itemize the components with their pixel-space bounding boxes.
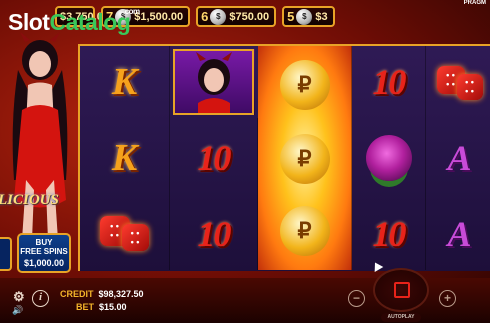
side-feature-button[interactable] — [0, 237, 12, 271]
symbol-k: K — [80, 118, 170, 198]
jackpot-count: 5 — [287, 9, 295, 24]
autoplay-button[interactable]: AUTOPLAY — [381, 313, 421, 322]
symbol-rose — [352, 118, 426, 198]
dice-icon — [98, 212, 152, 256]
symbol-devil-wild — [173, 49, 255, 115]
symbol-a: A — [426, 118, 490, 198]
coin-bag-icon: ₽ — [279, 60, 330, 110]
devil-portrait-icon — [195, 52, 232, 113]
rose-icon — [365, 135, 412, 181]
speaker-icon[interactable]: 🔊 — [12, 305, 23, 316]
stop-square-icon — [394, 282, 410, 298]
symbol-k-text: K — [111, 137, 138, 179]
jackpot-value: $750.00 — [229, 10, 270, 23]
buy-price: $1,000.00 — [23, 258, 65, 268]
brand-tag: PRAGM — [463, 0, 486, 6]
symbol-10-text: 10 — [197, 214, 232, 254]
bet-display: BET $15.00 — [76, 302, 127, 312]
symbol-10-text: 10 — [197, 138, 232, 178]
bet-value: $15.00 — [99, 302, 127, 312]
watermark-com: .com — [123, 7, 140, 16]
buy-free-spins-button[interactable]: BUY FREE SPINS $1,000.00 — [17, 233, 71, 273]
money-ball-icon: $ — [210, 8, 227, 25]
jackpot-value: $1,500.00 — [134, 10, 184, 23]
symbol-a: A — [426, 198, 490, 270]
symbol-10-text: 10 — [372, 214, 407, 254]
bet-label: BET — [76, 302, 94, 312]
symbol-a-text: A — [447, 138, 472, 178]
spin-button[interactable] — [373, 268, 429, 312]
gear-icon[interactable]: ⚙ — [13, 289, 25, 305]
jackpot-item: 5 $ $3 — [282, 6, 335, 27]
credit-value: $98,327.50 — [98, 289, 144, 299]
jackpot-count: 6 — [201, 9, 209, 24]
reel-grid: K ₽ ₽ ₽ 10 K 10 A — [78, 44, 490, 271]
credit-label: CREDIT — [60, 289, 94, 299]
free-spins-label: FREE SPINS — [20, 247, 68, 256]
credit-display: CREDIT $98,327.50 — [60, 289, 144, 299]
symbol-10: 10 — [352, 198, 426, 270]
decrease-bet-button[interactable]: − — [348, 290, 365, 307]
coin-bag-icon: ₽ — [279, 206, 330, 256]
devil-character-image — [12, 32, 68, 240]
jackpot-item: 6 $ $750.00 — [196, 6, 277, 27]
symbol-10: 10 — [170, 118, 258, 198]
symbol-k: K — [80, 46, 170, 118]
game-logo: LICIOUS — [0, 192, 59, 208]
symbol-10-text: 10 — [372, 62, 407, 102]
slot-game-screen: $3,750.00 7 $ $1,500.00 6 $ $750.00 5 $ … — [0, 0, 490, 323]
coin-bag-icon: ₽ — [279, 134, 330, 184]
symbol-10: 10 — [352, 46, 426, 118]
fire-wild-reel: ₽ ₽ ₽ — [258, 46, 352, 270]
symbol-dice — [80, 198, 170, 270]
symbol-dice — [426, 46, 490, 118]
increase-bet-button[interactable]: + — [439, 290, 456, 307]
symbol-k-text: K — [111, 61, 138, 103]
jackpot-value: $3 — [315, 10, 328, 23]
money-ball-icon: $ — [296, 8, 313, 25]
buy-label: BUY — [35, 238, 53, 247]
info-icon[interactable]: i — [32, 290, 49, 307]
symbol-a-text: A — [447, 214, 472, 254]
dice-icon — [433, 60, 487, 104]
symbol-10: 10 — [170, 198, 258, 270]
